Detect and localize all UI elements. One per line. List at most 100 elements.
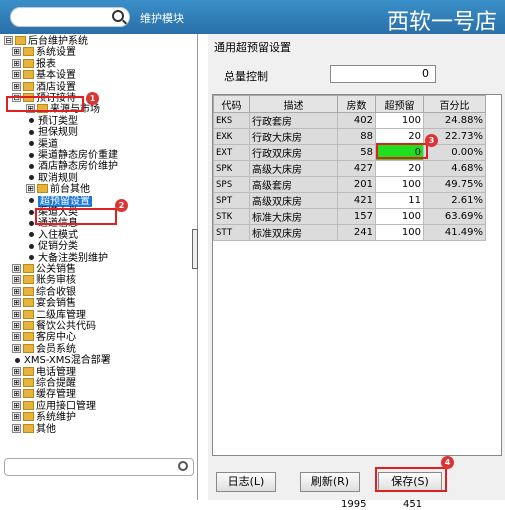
tree-item[interactable]: XMS-XMS混合部署 [12, 355, 111, 366]
table-row[interactable]: STK 标准大床房 157 100 63.69% [213, 208, 486, 225]
bullet-icon [29, 141, 34, 147]
tree-item-label: 渠道静态房价重建 [38, 150, 118, 161]
tree-item[interactable]: 取消规则 [26, 173, 78, 184]
cell-percent: 24.88% [423, 112, 486, 129]
tree-item[interactable]: ⊞ 餐饮公共代码 [12, 321, 96, 332]
folder-icon [23, 264, 34, 273]
expand-toggle-icon[interactable]: ⊞ [12, 47, 21, 57]
expand-toggle-icon[interactable]: ⊞ [12, 389, 21, 399]
tree-item[interactable]: 入住模式 [26, 230, 78, 241]
tree-item[interactable]: 渠道静态房价重建 [26, 150, 118, 161]
expand-toggle-icon[interactable]: ⊞ [12, 81, 21, 91]
tree-item-label: 系统设置 [36, 47, 76, 59]
cell-overbooking-input[interactable]: 100 [375, 112, 424, 129]
tree-item[interactable]: ⊞ 宴会销售 [12, 298, 76, 309]
tree-item[interactable]: ⊞ 其他 [12, 423, 56, 435]
folder-icon [23, 378, 34, 387]
tree-item[interactable]: ⊞ 酒店设置 [12, 81, 76, 93]
scrollbar-thumb[interactable] [192, 229, 198, 269]
tree-item[interactable]: ⊞ 客房中心 [12, 332, 76, 343]
cell-code: EXT [213, 144, 250, 161]
tree-item[interactable]: 促销分类 [26, 241, 78, 252]
cell-overbooking-input[interactable]: 100 [375, 208, 424, 225]
cell-overbooking-input[interactable]: 20 [375, 160, 424, 177]
table-row[interactable]: STT 标准双床房 241 100 41.49% [213, 224, 486, 241]
expand-toggle-icon[interactable]: ⊞ [12, 309, 21, 319]
bullet-icon [29, 209, 34, 215]
tree-item[interactable]: ⊞ 应用接口管理 [12, 400, 96, 412]
total-over: 451 [403, 499, 423, 510]
table-row[interactable]: EKS 行政套房 402 100 24.88% [213, 112, 486, 129]
tree-item[interactable]: ⊟ 后台维护系统 [4, 36, 88, 47]
tree-item[interactable]: 酒店静态房价维护 [26, 161, 118, 172]
expand-toggle-icon[interactable]: ⊞ [12, 343, 21, 353]
cell-desc: 高级套房 [249, 176, 338, 193]
tree-item[interactable]: ⊞ 基本设置 [12, 70, 76, 81]
expand-toggle-icon[interactable]: ⊞ [12, 264, 21, 273]
tree-item[interactable]: ⊞ 前台其他 [26, 184, 90, 195]
expand-toggle-icon[interactable]: ⊞ [12, 400, 21, 410]
expand-toggle-icon[interactable]: ⊞ [12, 366, 21, 376]
tree-item[interactable]: 超预留设置 [26, 195, 92, 207]
expand-toggle-icon[interactable]: ⊞ [12, 286, 21, 296]
total-control-input[interactable]: 0 [330, 65, 436, 83]
cell-overbooking-input[interactable]: 100 [375, 176, 424, 193]
bullet-icon [29, 118, 34, 124]
folder-icon [37, 184, 48, 194]
expand-toggle-icon[interactable]: ⊞ [12, 58, 21, 68]
table-row[interactable]: SPS 高级套房 201 100 49.75% [213, 176, 486, 193]
table-row[interactable]: SPK 高级大床房 427 20 4.68% [213, 160, 486, 177]
expand-toggle-icon[interactable]: ⊞ [12, 321, 21, 330]
expand-toggle-icon[interactable]: ⊞ [12, 298, 21, 308]
refresh-button[interactable]: 刷新(R) [300, 472, 360, 492]
col-header-code: 代码 [213, 95, 250, 113]
expand-toggle-icon[interactable]: ⊞ [12, 412, 21, 422]
tree-item-label: 担保规则 [38, 127, 78, 139]
tree-item[interactable]: ⊞ 公关销售 [12, 264, 76, 275]
step-badge-3: 3 [425, 134, 438, 147]
tree-item[interactable]: 渠道 [26, 139, 58, 150]
tree-item-label: 酒店静态房价维护 [38, 161, 118, 173]
module-search-input[interactable] [10, 7, 130, 27]
search-icon[interactable] [178, 461, 188, 471]
tree-item[interactable]: ⊞ 综合提醒 [12, 378, 76, 389]
cell-rooms: 58 [337, 144, 376, 161]
tree-item[interactable]: ⊞ 综合收银 [12, 286, 76, 298]
tree-item-label: 宴会销售 [36, 298, 76, 310]
expand-toggle-icon[interactable]: ⊞ [12, 332, 21, 342]
tree-item[interactable]: ⊞ 会员系统 [12, 343, 76, 355]
tree-item[interactable]: 大备注类别维护 [26, 253, 108, 264]
tree-item[interactable]: ⊞ 缓存管理 [12, 389, 76, 400]
tree-search-input[interactable] [4, 458, 194, 476]
tree-item[interactable]: ⊞ 报表 [12, 58, 56, 70]
tree-item[interactable]: ⊞ 账务审核 [12, 275, 76, 286]
grid-header-row: 代码 描述 房数 超预留 百分比 [213, 95, 486, 113]
tree-item[interactable]: 担保规则 [26, 127, 78, 138]
tree-item-label: 客房中心 [36, 332, 76, 344]
table-row[interactable]: EXK 行政大床房 88 20 22.73% [213, 128, 486, 145]
expand-toggle-icon[interactable]: ⊞ [12, 423, 21, 433]
tree-item[interactable]: ⊞ 电话管理 [12, 366, 76, 378]
tree-item[interactable]: ⊞ 系统设置 [12, 47, 76, 58]
folder-icon [23, 286, 34, 296]
expand-toggle-icon[interactable]: ⊞ [12, 378, 21, 387]
cell-overbooking-input[interactable]: 11 [375, 192, 424, 209]
tree-item-label: 会员系统 [36, 343, 76, 355]
search-icon[interactable] [112, 10, 124, 22]
tree-scrollbar[interactable] [191, 34, 199, 459]
table-row[interactable]: EXT 行政双床房 58 0 0.00% [213, 144, 486, 161]
tree-item[interactable]: 预订类型 [26, 116, 78, 127]
step-badge-4: 4 [441, 456, 454, 469]
expand-toggle-icon[interactable]: ⊟ [4, 36, 13, 45]
expand-toggle-icon[interactable]: ⊞ [12, 70, 21, 80]
expand-toggle-icon[interactable]: ⊞ [12, 275, 21, 285]
cell-overbooking-input[interactable]: 100 [375, 224, 424, 241]
cell-desc: 高级双床房 [249, 192, 338, 209]
table-row[interactable]: SPT 高级双床房 421 11 2.61% [213, 192, 486, 209]
log-button[interactable]: 日志(L) [216, 472, 276, 492]
tree-item[interactable]: ⊞ 系统维护 [12, 412, 76, 423]
expand-toggle-icon[interactable]: ⊞ [26, 184, 35, 194]
col-header-desc: 描述 [249, 95, 338, 113]
tree-item[interactable]: ⊞ 二级库管理 [12, 309, 86, 321]
cell-code: STT [213, 224, 250, 241]
